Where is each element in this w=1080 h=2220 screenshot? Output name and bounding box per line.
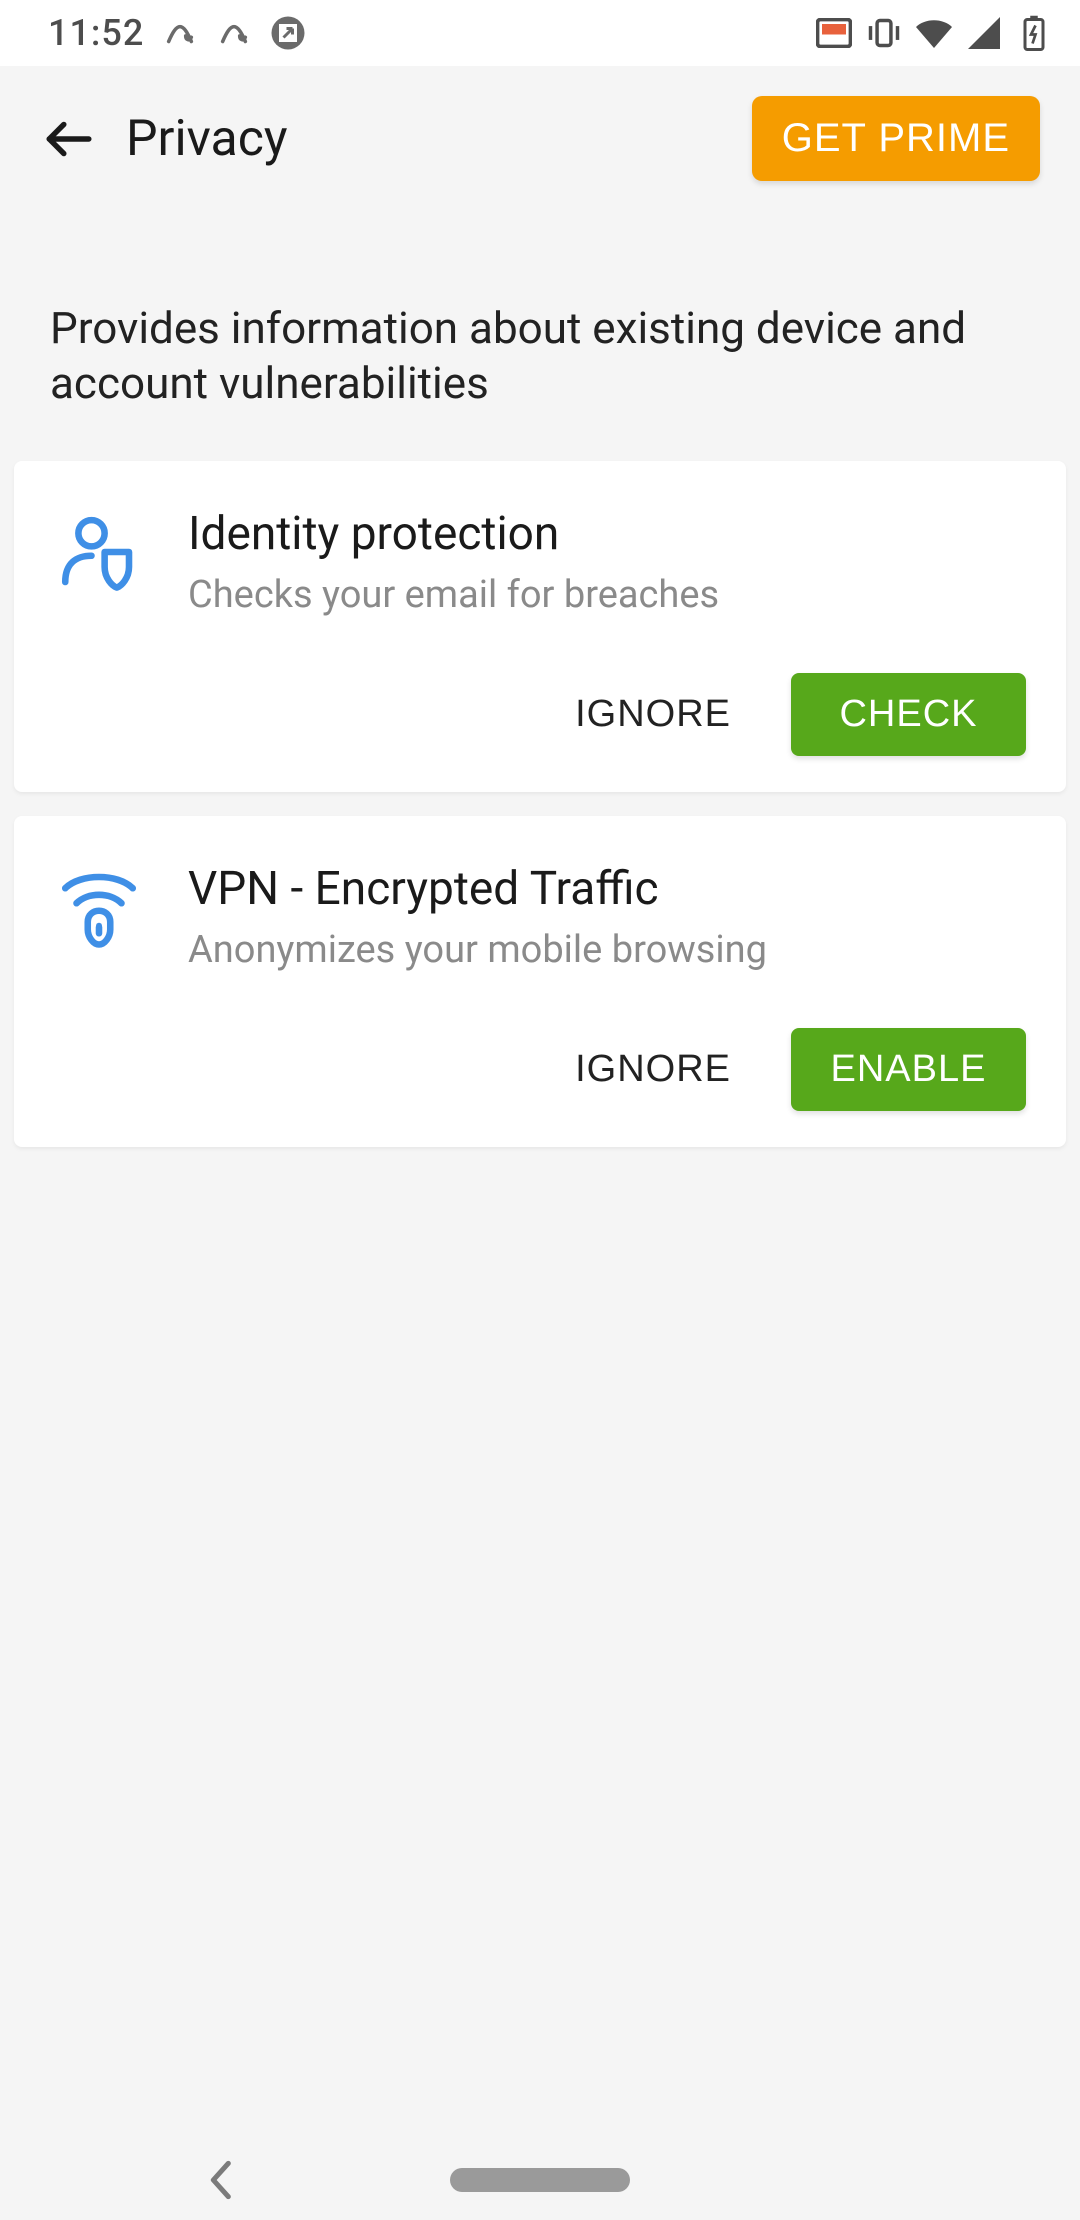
system-navbar <box>0 2140 1080 2220</box>
enable-button[interactable]: ENABLE <box>791 1028 1026 1111</box>
card-title: Identity protection <box>188 507 1026 561</box>
card-texts: Identity protection Checks your email fo… <box>188 507 1026 617</box>
signal-icon <box>966 15 1002 51</box>
vpn-lock-icon <box>54 862 144 952</box>
app-header: Privacy GET PRIME <box>0 66 1080 211</box>
page-title: Privacy <box>126 110 722 168</box>
card-desc: Checks your email for breaches <box>188 573 1026 617</box>
status-bar-right <box>816 15 1052 51</box>
status-bar: 11:52 <box>0 0 1080 66</box>
card-vpn: VPN - Encrypted Traffic Anonymizes your … <box>14 816 1066 1147</box>
cards-container: Identity protection Checks your email fo… <box>0 461 1080 1147</box>
wifi-icon <box>916 15 952 51</box>
avira-icon <box>162 15 198 51</box>
battery-charging-icon <box>1016 15 1052 51</box>
card-desc: Anonymizes your mobile browsing <box>188 928 1026 972</box>
check-button[interactable]: CHECK <box>791 673 1026 756</box>
card-actions: IGNORE ENABLE <box>54 1028 1026 1111</box>
status-time: 11:52 <box>48 12 144 54</box>
nav-back-button[interactable] <box>200 2160 240 2200</box>
app-badge-icon <box>270 15 306 51</box>
status-bar-left: 11:52 <box>48 12 306 54</box>
card-header: Identity protection Checks your email fo… <box>54 507 1026 617</box>
app-body: Privacy GET PRIME Provides information a… <box>0 66 1080 2220</box>
card-identity-protection: Identity protection Checks your email fo… <box>14 461 1066 792</box>
card-header: VPN - Encrypted Traffic Anonymizes your … <box>54 862 1026 972</box>
ignore-button[interactable]: IGNORE <box>575 693 731 736</box>
back-button[interactable] <box>40 111 96 167</box>
card-texts: VPN - Encrypted Traffic Anonymizes your … <box>188 862 1026 972</box>
cast-icon <box>816 15 852 51</box>
ignore-button[interactable]: IGNORE <box>575 1048 731 1091</box>
spacer <box>0 1147 1080 2140</box>
card-actions: IGNORE CHECK <box>54 673 1026 756</box>
avira-icon <box>216 15 252 51</box>
identity-shield-icon <box>54 507 144 597</box>
nav-home-button[interactable] <box>450 2168 630 2192</box>
get-prime-button[interactable]: GET PRIME <box>752 96 1040 181</box>
card-title: VPN - Encrypted Traffic <box>188 862 1026 916</box>
page-description: Provides information about existing devi… <box>0 211 1080 461</box>
vibrate-icon <box>866 15 902 51</box>
